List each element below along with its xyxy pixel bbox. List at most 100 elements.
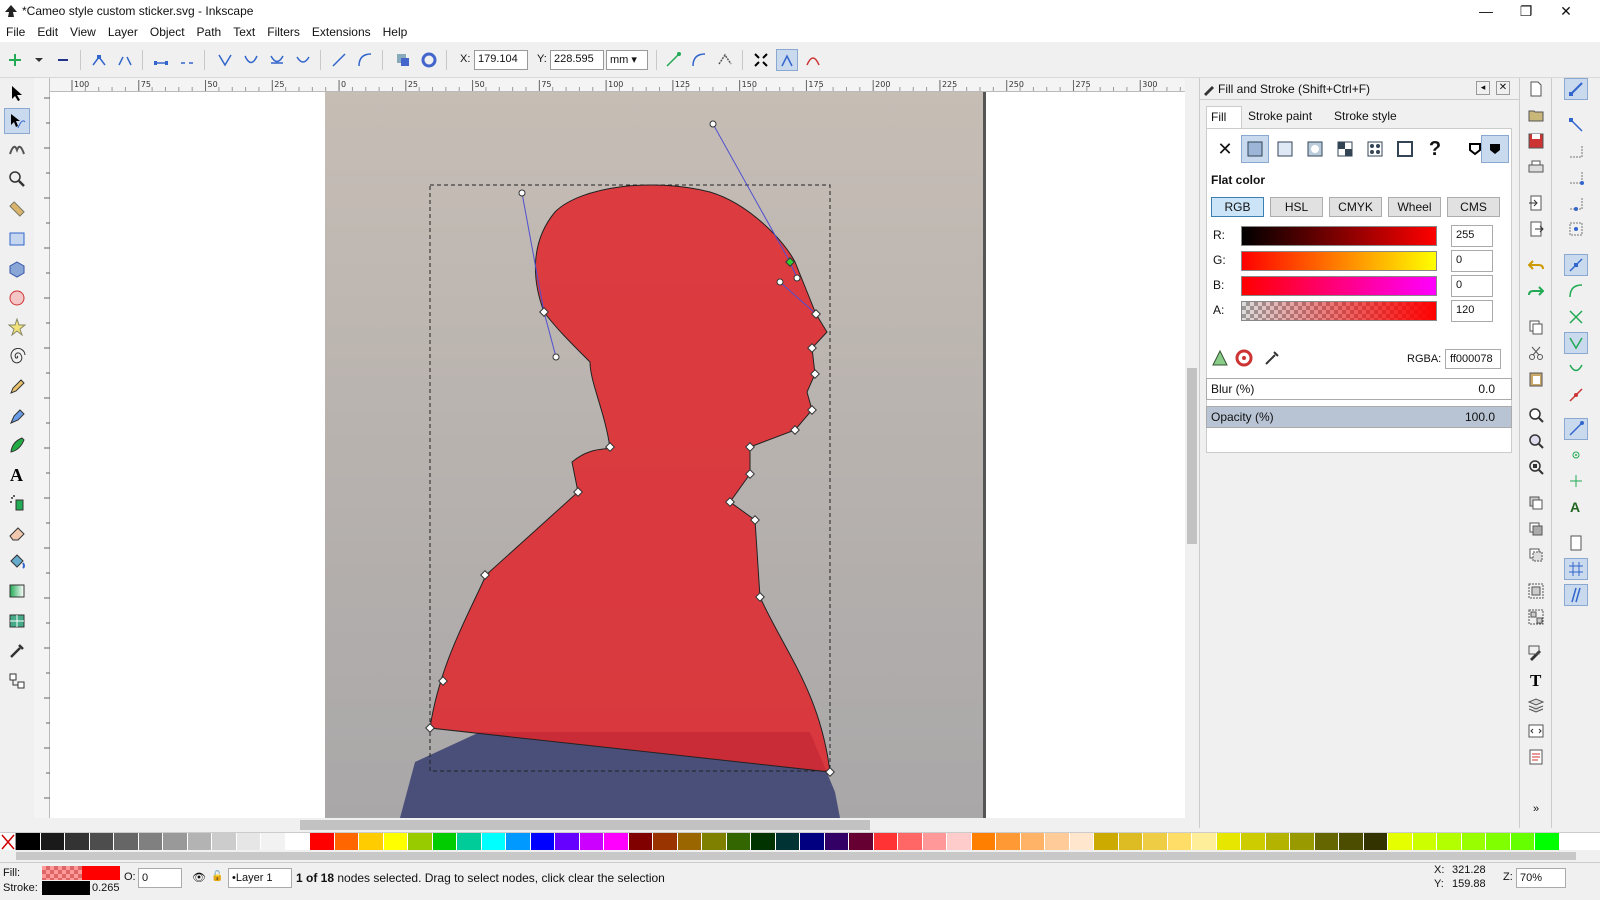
palette-swatch[interactable]: [457, 833, 482, 850]
mesh-gradient-icon[interactable]: [1331, 135, 1359, 163]
selector-tool-icon[interactable]: [4, 80, 30, 106]
horizontal-scrollbar[interactable]: [50, 818, 1185, 832]
layers-dialog-icon[interactable]: [1525, 694, 1547, 716]
menu-file[interactable]: File: [0, 22, 31, 39]
stroke-swatch[interactable]: [42, 881, 90, 895]
layer-lock-icon[interactable]: 🔓: [211, 871, 223, 882]
snap-centers-icon[interactable]: [1564, 444, 1588, 466]
minimize-button[interactable]: —: [1466, 0, 1506, 22]
no-paint-icon[interactable]: ✕: [1211, 135, 1239, 163]
zoom-tool-icon[interactable]: [4, 166, 30, 192]
palette-swatch[interactable]: [408, 833, 433, 850]
ellipse-tool-icon[interactable]: [4, 285, 30, 311]
unit-select[interactable]: mm ▾: [606, 50, 648, 70]
tweak-tool-icon[interactable]: [4, 136, 30, 162]
new-document-icon[interactable]: [1525, 78, 1547, 100]
palette-swatch[interactable]: [481, 833, 506, 850]
show-transform-handles-icon[interactable]: [662, 49, 684, 71]
edit-path-effect-icon[interactable]: [802, 49, 824, 71]
palette-swatch[interactable]: [653, 833, 678, 850]
palette-swatch[interactable]: [285, 833, 310, 850]
pen-tool-icon[interactable]: [4, 404, 30, 430]
unset-paint-icon[interactable]: ?: [1421, 135, 1449, 163]
rectangle-tool-icon[interactable]: [4, 226, 30, 252]
palette-swatch[interactable]: [628, 833, 653, 850]
palette-swatch[interactable]: [383, 833, 408, 850]
mode-hsl-tab[interactable]: HSL: [1270, 197, 1323, 217]
layer-visibility-icon[interactable]: 👁: [192, 871, 206, 884]
alpha-channel-slider[interactable]: [1241, 301, 1437, 321]
fill-rule-nonzero-icon[interactable]: [1481, 135, 1509, 163]
y-coordinate-field[interactable]: 228.595: [550, 50, 604, 70]
palette-swatch[interactable]: [1216, 833, 1241, 850]
more-commands-icon[interactable]: »: [1525, 798, 1547, 820]
menu-path[interactable]: Path: [191, 22, 228, 39]
handle-point[interactable]: [518, 189, 526, 197]
pencil-tool-icon[interactable]: [4, 374, 30, 400]
palette-swatch[interactable]: [1461, 833, 1486, 850]
no-color-swatch[interactable]: [0, 833, 16, 850]
palette-swatch[interactable]: [1339, 833, 1364, 850]
snap-bbox-center-icon[interactable]: [1564, 218, 1588, 240]
blur-slider[interactable]: Blur (%) 0.0: [1206, 378, 1512, 400]
palette-swatch[interactable]: [1020, 833, 1045, 850]
palette-swatch[interactable]: [775, 833, 800, 850]
object-to-path-icon[interactable]: [392, 49, 414, 71]
menu-view[interactable]: View: [64, 22, 102, 39]
palette-swatch[interactable]: [1388, 833, 1413, 850]
tab-stroke-style[interactable]: Stroke style: [1330, 106, 1414, 128]
color-picker-icon[interactable]: [1263, 349, 1283, 369]
snap-others-icon[interactable]: [1564, 418, 1588, 440]
snap-nodes-icon[interactable]: [1564, 254, 1588, 276]
dropper-tool-icon[interactable]: [4, 638, 30, 664]
fill-swatch[interactable]: [42, 866, 120, 880]
palette-swatch[interactable]: [65, 833, 90, 850]
break-path-icon[interactable]: [114, 49, 136, 71]
clone-icon[interactable]: [1525, 518, 1547, 540]
snap-rotation-center-icon[interactable]: [1564, 470, 1588, 492]
palette-swatch[interactable]: [1290, 833, 1315, 850]
snap-cusp-nodes-icon[interactable]: [1564, 332, 1588, 354]
alpha-channel-value[interactable]: 120: [1451, 300, 1493, 322]
palette-swatch[interactable]: [898, 833, 923, 850]
node-cusp-icon[interactable]: [214, 49, 236, 71]
undo-icon[interactable]: [1525, 254, 1547, 276]
palette-swatch[interactable]: [604, 833, 629, 850]
palette-swatch[interactable]: [1241, 833, 1266, 850]
eraser-tool-icon[interactable]: [4, 520, 30, 546]
palette-swatch[interactable]: [89, 833, 114, 850]
drawing-canvas[interactable]: [50, 92, 1195, 818]
layer-select[interactable]: •Layer 1: [228, 868, 292, 888]
green-channel-value[interactable]: 0: [1451, 250, 1493, 272]
text-tool-icon[interactable]: A: [4, 461, 30, 487]
blue-channel-value[interactable]: 0: [1451, 275, 1493, 297]
palette-swatch[interactable]: [579, 833, 604, 850]
stroke-to-path-icon[interactable]: [418, 49, 440, 71]
show-clipping-path-icon[interactable]: [750, 49, 772, 71]
menu-object[interactable]: Object: [144, 22, 191, 39]
join-segment-icon[interactable]: [150, 49, 172, 71]
tab-fill[interactable]: Fill: [1206, 106, 1242, 128]
import-icon[interactable]: [1525, 192, 1547, 214]
zoom-field[interactable]: 70%: [1516, 868, 1566, 888]
snap-bbox-corner-icon[interactable]: [1564, 166, 1588, 188]
palette-swatch[interactable]: [40, 833, 65, 850]
palette-swatch[interactable]: [800, 833, 825, 850]
snap-smooth-nodes-icon[interactable]: [1564, 358, 1588, 380]
xml-editor-icon[interactable]: [1525, 720, 1547, 742]
palette-swatch[interactable]: [261, 833, 286, 850]
star-tool-icon[interactable]: [4, 314, 30, 340]
red-channel-slider[interactable]: [1241, 226, 1437, 246]
dialog-iconify-icon[interactable]: ◂: [1476, 81, 1490, 95]
redo-icon[interactable]: [1525, 280, 1547, 302]
palette-swatch[interactable]: [849, 833, 874, 850]
snap-enable-icon[interactable]: [1564, 78, 1588, 100]
palette-swatch[interactable]: [873, 833, 898, 850]
palette-swatch[interactable]: [751, 833, 776, 850]
measure-tool-icon[interactable]: [4, 196, 30, 222]
palette-scrollbar[interactable]: [0, 850, 1600, 862]
cut-icon[interactable]: [1525, 342, 1547, 364]
handle-point[interactable]: [793, 274, 801, 282]
palette-swatch[interactable]: [1363, 833, 1388, 850]
print-icon[interactable]: [1525, 156, 1547, 178]
